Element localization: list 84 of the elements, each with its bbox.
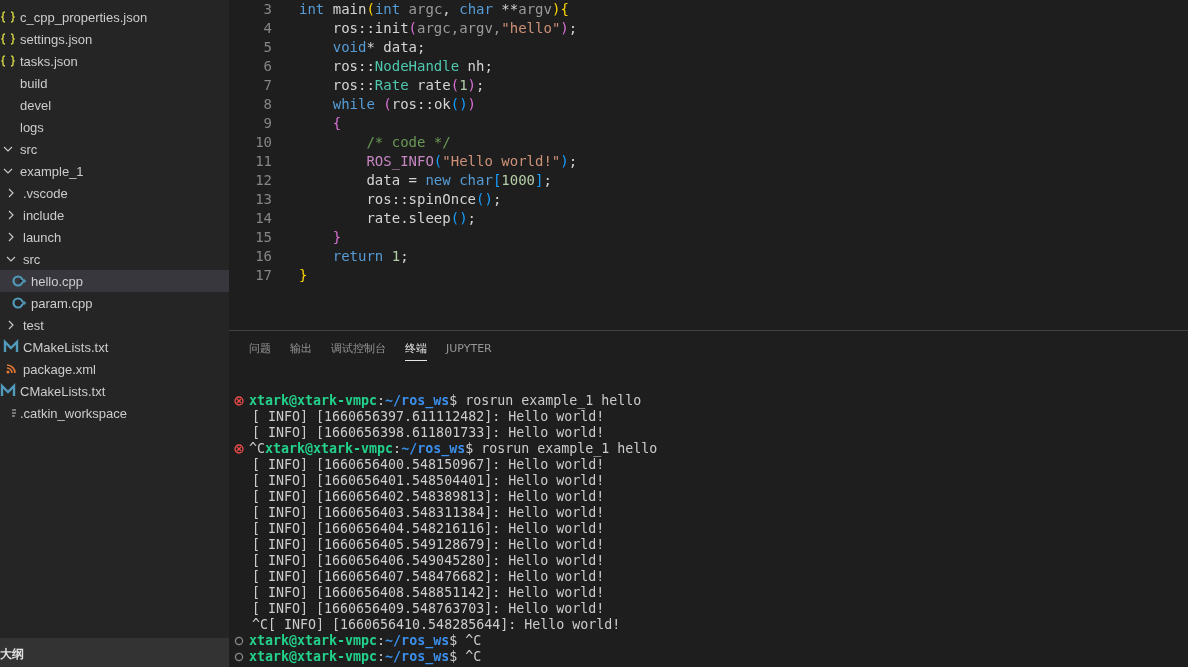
lines-icon: [12, 409, 16, 417]
terminal-line: [ INFO] [1660656405.549128679]: Hello world!: [251, 537, 605, 553]
line-number: 17: [254, 266, 272, 285]
line-number: 13: [254, 190, 272, 209]
terminal-line: [ INFO] [1660656402.548389813]: Hello world!: [251, 489, 605, 505]
terminal-line: [ INFO] [1660656406.549045280]: Hello world!: [251, 553, 605, 569]
line-number: 3: [262, 0, 272, 19]
terminal-line: xtark@xtark-vmpc:~/ros_ws$ rosrun example_1 hello: [249, 393, 642, 409]
code-line: }: [331, 228, 342, 247]
tree-item[interactable]: test: [0, 314, 229, 336]
panel-tab[interactable]: 终端: [405, 336, 427, 361]
terminal-line: [ INFO] [1660656404.548216116]: Hello world!: [251, 521, 605, 537]
tree-item[interactable]: hello.cpp: [0, 270, 229, 292]
terminal-line: [ INFO] [1660656400.548150967]: Hello world!: [251, 457, 605, 473]
line-number: 5: [262, 38, 272, 57]
circle-icon[interactable]: [234, 652, 244, 662]
error-circle-icon[interactable]: [234, 444, 244, 454]
panel-tab[interactable]: JUPYTER: [446, 337, 492, 360]
line-number: 16: [254, 247, 272, 266]
terminal-line: [ INFO] [1660656409.548763703]: Hello world!: [251, 601, 605, 617]
cpp-file-icon: [11, 273, 27, 289]
line-number: 11: [254, 152, 272, 171]
terminal-line: [ INFO] [1660656401.548504401]: Hello world!: [251, 473, 605, 489]
code-line: }: [298, 266, 308, 285]
line-number: 12: [254, 171, 272, 190]
code-line: {: [331, 114, 342, 133]
braces-icon: [0, 9, 16, 25]
m-letter-icon: [3, 339, 19, 355]
terminal-line: ^Cxtark@xtark-vmpc:~/ros_ws$ rosrun example_1 hello: [249, 441, 658, 457]
tree-item[interactable]: package.xml: [0, 358, 229, 380]
braces-icon: [0, 53, 16, 69]
line-number: 10: [254, 133, 272, 152]
line-number: 15: [254, 228, 272, 247]
m-letter-icon: [0, 383, 16, 399]
line-number: 8: [262, 95, 272, 114]
line-number: 9: [262, 114, 272, 133]
outline-header[interactable]: 大纲: [0, 646, 24, 663]
tree-item[interactable]: logs: [0, 116, 229, 138]
terminal-line: [ INFO] [1660656398.611801733]: Hello world!: [251, 425, 605, 441]
tree-item[interactable]: CMakeLists.txt: [0, 380, 229, 402]
code-line: int main(int argc, char **argv){: [298, 0, 569, 19]
code-line: while (ros::ok()): [331, 95, 477, 114]
tree-item[interactable]: src: [0, 138, 229, 160]
tree-item[interactable]: example_1: [0, 160, 229, 182]
panel-tab[interactable]: 问题: [249, 336, 271, 361]
terminal-line: [ INFO] [1660656407.548476682]: Hello world!: [251, 569, 605, 585]
code-line: ros::init(argc,argv,"hello");: [331, 19, 578, 38]
tree-item[interactable]: c_cpp_properties.json: [0, 6, 229, 28]
terminal-line: [ INFO] [1660656408.548851142]: Hello world!: [251, 585, 605, 601]
tree-item[interactable]: settings.json: [0, 28, 229, 50]
tree-item[interactable]: CMakeLists.txt: [0, 336, 229, 358]
tree-item[interactable]: build: [0, 72, 229, 94]
line-number: 4: [262, 19, 272, 38]
braces-icon: [0, 31, 16, 47]
tree-item[interactable]: src: [0, 248, 229, 270]
tree-item[interactable]: .vscode: [0, 182, 229, 204]
terminal-line: [ INFO] [1660656403.548311384]: Hello world!: [251, 505, 605, 521]
panel-tab[interactable]: 调试控制台: [331, 336, 386, 361]
terminal-line: [ INFO] [1660656397.611112482]: Hello world!: [251, 409, 605, 425]
code-line: ROS_INFO("Hello world!");: [365, 152, 578, 171]
code-line: data = new char[1000];: [365, 171, 552, 190]
tree-item[interactable]: include: [0, 204, 229, 226]
code-line: ros::spinOnce();: [365, 190, 502, 209]
code-line: return 1;: [331, 247, 409, 266]
tree-item[interactable]: param.cpp: [0, 292, 229, 314]
code-line: rate.sleep();: [365, 209, 476, 228]
circle-icon[interactable]: [234, 636, 244, 646]
terminal-line: ^C[ INFO] [1660656410.548285644]: Hello world!: [251, 617, 621, 633]
cpp-file-icon: [11, 295, 27, 311]
code-line: ros::NodeHandle nh;: [331, 57, 493, 76]
code-line: /* code */: [365, 133, 451, 152]
line-number: 7: [262, 76, 272, 95]
error-circle-icon[interactable]: [234, 396, 244, 406]
code-line: ros::Rate rate(1);: [331, 76, 485, 95]
tree-item[interactable]: .catkin_workspace: [0, 402, 229, 424]
terminal-line: xtark@xtark-vmpc:~/ros_ws$ ^C: [249, 649, 482, 665]
tree-item[interactable]: tasks.json: [0, 50, 229, 72]
line-number: 6: [262, 57, 272, 76]
panel-tab[interactable]: 输出: [290, 336, 312, 361]
tree-item[interactable]: devel: [0, 94, 229, 116]
code-line: void* data;: [331, 38, 426, 57]
tree-item[interactable]: launch: [0, 226, 229, 248]
line-number: 14: [254, 209, 272, 228]
terminal-line: xtark@xtark-vmpc:~/ros_ws$ ^C: [249, 633, 482, 649]
